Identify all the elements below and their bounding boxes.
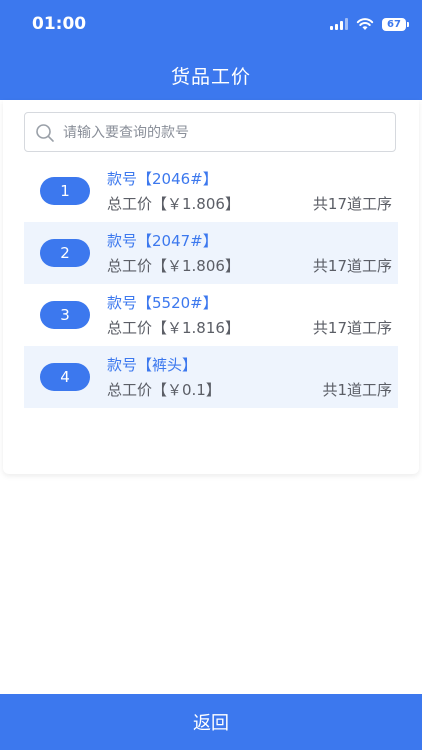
search-box[interactable] — [24, 112, 396, 153]
total-price: 总工价【￥0.1】 — [107, 381, 221, 399]
list-item[interactable]: 3 款号【5520#】 总工价【￥1.816】 共17道工序 — [24, 284, 398, 346]
index-badge: 3 — [40, 301, 90, 329]
total-price: 总工价【￥1.806】 — [107, 195, 240, 213]
style-code: 款号【2046#】 — [107, 170, 218, 188]
style-code: 款号【裤头】 — [107, 356, 198, 374]
status-icons: 67 — [330, 16, 409, 32]
list-item[interactable]: 1 款号【2046#】 总工价【￥1.806】 共17道工序 — [24, 160, 398, 222]
step-count: 共17道工序 — [312, 257, 392, 275]
index-badge: 2 — [40, 239, 90, 267]
step-count: 共17道工序 — [312, 195, 392, 213]
step-count: 共1道工序 — [322, 381, 392, 399]
top-bar: 01:00 67 货品工价 — [0, 0, 422, 100]
total-price: 总工价【￥1.816】 — [107, 319, 240, 337]
search-icon — [36, 124, 54, 142]
battery-icon: 67 — [382, 17, 409, 31]
page-title: 货品工价 — [170, 66, 251, 88]
signal-icon — [330, 18, 348, 30]
search-input[interactable] — [61, 113, 385, 153]
total-price: 总工价【￥1.806】 — [107, 257, 240, 275]
index-badge: 4 — [40, 363, 90, 391]
index-badge: 1 — [40, 177, 90, 205]
goods-list: 1 款号【2046#】 总工价【￥1.806】 共17道工序 2 款号【2047… — [24, 160, 398, 408]
list-item[interactable]: 4 款号【裤头】 总工价【￥0.1】 共1道工序 — [24, 346, 398, 408]
style-code: 款号【2047#】 — [107, 232, 218, 250]
step-count: 共17道工序 — [312, 319, 392, 337]
list-item[interactable]: 2 款号【2047#】 总工价【￥1.806】 共17道工序 — [24, 222, 398, 284]
wifi-icon — [356, 18, 374, 30]
back-button[interactable]: 返回 — [0, 694, 422, 750]
style-code: 款号【5520#】 — [107, 294, 218, 312]
status-time: 01:00 — [32, 14, 87, 34]
